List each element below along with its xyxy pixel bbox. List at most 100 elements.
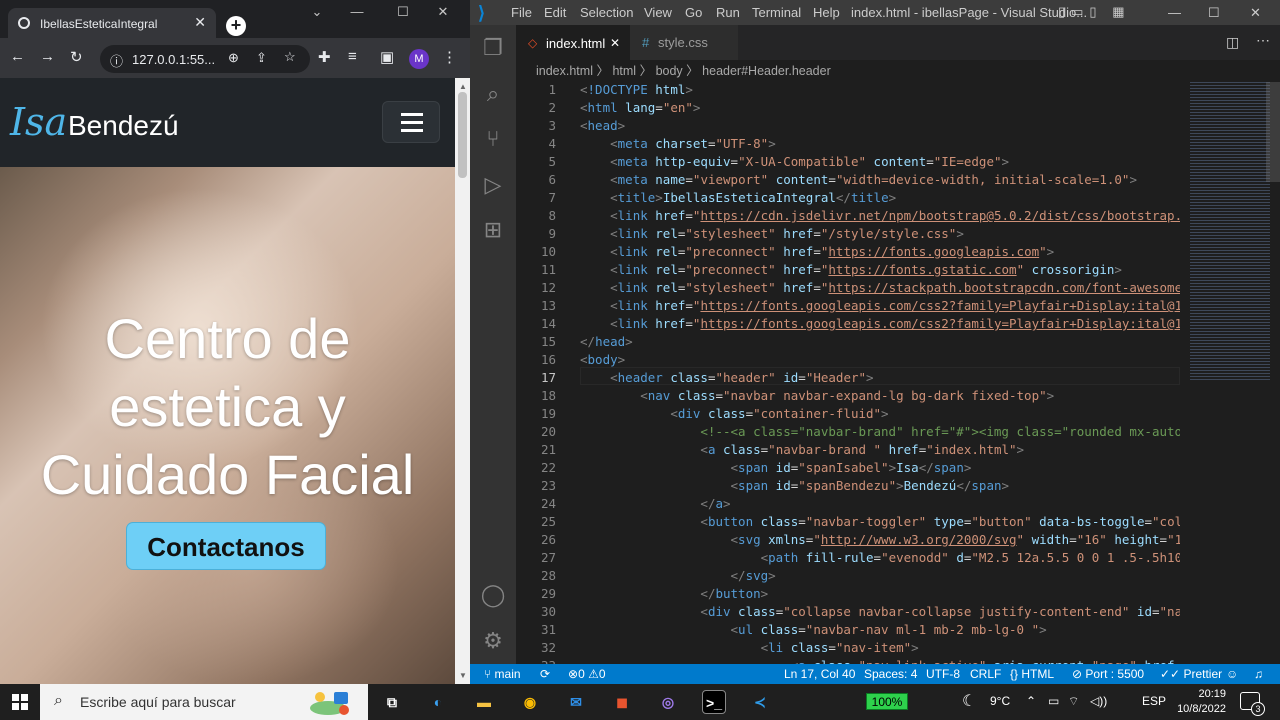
task-view-icon[interactable]: ⧉ — [380, 690, 404, 714]
indentation[interactable]: Spaces: 4 — [864, 664, 917, 684]
mail-icon[interactable]: ✉ — [564, 690, 588, 714]
layout-controls-icon[interactable]: ▯▭▯ ▦ — [1058, 4, 1131, 20]
bell-icon[interactable]: ♫ — [1254, 664, 1263, 684]
code-line[interactable]: <title>IbellasEsteticaIntegral</title> — [580, 190, 896, 205]
volume-icon[interactable]: ◁)) — [1090, 694, 1107, 708]
address-text[interactable]: 127.0.0.1:55... — [132, 52, 215, 67]
source-control-icon[interactable]: ⑂ — [480, 126, 506, 152]
minimap[interactable] — [1180, 82, 1280, 664]
breadcrumb-file[interactable]: index.html — [536, 64, 593, 78]
code-line[interactable]: </a> — [580, 496, 730, 511]
code-line[interactable]: <nav class="navbar navbar-expand-lg bg-d… — [580, 388, 1054, 403]
minimap-slider[interactable] — [1266, 82, 1280, 182]
address-bar[interactable]: ⓘ 127.0.0.1:55... ⊕ ⇪ ☆ — [100, 45, 310, 73]
file-explorer-icon[interactable]: ▬ — [472, 690, 496, 714]
code-line[interactable]: <!--<a class="navbar-brand" href="#"><im… — [580, 424, 1180, 439]
terminal-icon[interactable]: >_ — [702, 690, 726, 714]
close-tab-icon[interactable]: ✕ — [194, 14, 206, 31]
browser-tab[interactable]: IbellasEsteticaIntegral ✕ — [8, 8, 216, 38]
code-line[interactable]: <link rel="stylesheet" href="/style/styl… — [580, 226, 964, 241]
menu-edit[interactable]: Edit — [544, 5, 566, 20]
media-icon[interactable]: ≡ — [348, 48, 357, 65]
code-line[interactable]: <head> — [580, 118, 625, 133]
vscode-maximize-button[interactable]: ☐ — [1208, 5, 1220, 21]
more-actions-icon[interactable]: ⋯ — [1256, 32, 1270, 49]
scroll-up-icon[interactable]: ▲ — [459, 82, 467, 91]
forward-icon[interactable]: → — [40, 48, 55, 65]
feedback-icon[interactable]: ☺ — [1226, 664, 1238, 684]
new-tab-button[interactable]: + — [226, 16, 246, 36]
close-window-button[interactable]: ✕ — [420, 0, 466, 24]
settings-gear-icon[interactable]: ⚙ — [480, 628, 506, 654]
code-line[interactable]: </button> — [580, 586, 768, 601]
tab-index-html[interactable]: ◇ index.html ✕ — [516, 25, 630, 60]
extensions-icon[interactable]: ✚ — [318, 48, 331, 66]
profile-avatar[interactable]: M — [409, 49, 429, 69]
code-line[interactable]: <svg xmlns="http://www.w3.org/2000/svg" … — [580, 532, 1180, 547]
scrollbar-thumb[interactable] — [458, 92, 467, 178]
prettier-status[interactable]: ✓✓ Prettier — [1160, 664, 1222, 684]
tab-style-css[interactable]: # style.css — [630, 25, 738, 60]
search-icon[interactable]: ⌕ — [480, 81, 506, 107]
menu-run[interactable]: Run — [716, 5, 740, 20]
zoom-icon[interactable]: ⊕ — [228, 50, 239, 66]
chrome-icon[interactable]: ◉ — [518, 690, 542, 714]
bookmark-star-icon[interactable]: ☆ — [284, 49, 296, 65]
input-language[interactable]: ESP — [1142, 694, 1166, 708]
run-debug-icon[interactable]: ▷ — [480, 172, 506, 198]
scroll-down-icon[interactable]: ▼ — [459, 671, 467, 680]
edge-icon[interactable]: ◐ — [426, 690, 450, 714]
branch-status[interactable]: ⑂ main — [484, 664, 521, 684]
brand-last-name[interactable]: Bendezú — [68, 110, 179, 142]
code-line[interactable]: <link rel="preconnect" href="https://fon… — [580, 262, 1122, 277]
code-line[interactable]: <div class="container-fluid"> — [580, 406, 888, 421]
cursor-position[interactable]: Ln 17, Col 40 — [784, 664, 855, 684]
menu-view[interactable]: View — [644, 5, 672, 20]
sidepanel-icon[interactable]: ▣ — [380, 48, 394, 66]
back-icon[interactable]: ← — [10, 48, 25, 65]
encoding[interactable]: UTF-8 — [926, 664, 960, 684]
code-line[interactable]: <link rel="stylesheet" href="https://sta… — [580, 280, 1180, 295]
vscode-close-button[interactable]: ✕ — [1250, 5, 1261, 21]
code-line[interactable]: <!DOCTYPE html> — [580, 82, 693, 97]
code-line[interactable]: <meta http-equiv="X-UA-Compatible" conte… — [580, 154, 1009, 169]
code-editor[interactable]: 1 2 3 4 5 6 7 8 9 10 11 12 13 14 15 16 17 18 19 20 21 22 23 24 2… — [516, 82, 1180, 664]
weather-widget-icon[interactable] — [308, 688, 352, 716]
code-line[interactable]: <path fill-rule="evenodd" d="M2.5 12a.5.… — [580, 550, 1180, 565]
more-menu-icon[interactable]: ⋮ — [442, 48, 457, 66]
network-icon[interactable]: ▭ — [1048, 694, 1059, 708]
share-icon[interactable]: ⇪ — [256, 50, 267, 66]
code-line[interactable]: <div class="collapse navbar-collapse jus… — [580, 604, 1180, 619]
vscode-taskbar-icon[interactable]: ≺ — [748, 690, 772, 714]
explorer-icon[interactable]: ❐ — [480, 35, 506, 61]
wifi-icon[interactable]: ⌔ — [1068, 694, 1079, 709]
sync-icon[interactable]: ⟳ — [540, 664, 550, 684]
notification-center-icon[interactable]: 3 — [1240, 692, 1265, 716]
extensions-icon[interactable]: ⊞ — [480, 217, 506, 243]
code-line[interactable]: <meta charset="UTF-8"> — [580, 136, 776, 151]
breadcrumb-html[interactable]: html — [612, 64, 636, 78]
code-line[interactable]: <a class="navbar-brand " href="index.htm… — [580, 442, 1024, 457]
code-line[interactable]: <link rel="preconnect" href="https://fon… — [580, 244, 1054, 259]
problems-status[interactable]: ⊗0 ⚠0 — [568, 664, 606, 684]
breadcrumb-body[interactable]: body — [656, 64, 683, 78]
code-line[interactable]: <span id="spanBendezu">Bendezú</span> — [580, 478, 1010, 493]
menu-go[interactable]: Go — [685, 5, 702, 20]
language-mode[interactable]: {} HTML — [1010, 664, 1054, 684]
code-line[interactable]: <html lang="en"> — [580, 100, 700, 115]
menu-help[interactable]: Help — [813, 5, 840, 20]
code-line[interactable]: </svg> — [580, 568, 776, 583]
menu-terminal[interactable]: Terminal — [752, 5, 801, 20]
code-line[interactable]: <meta name="viewport" content="width=dev… — [580, 172, 1137, 187]
code-line[interactable]: <li class="nav-item"> — [580, 640, 919, 655]
minimize-button[interactable]: — — [334, 0, 380, 24]
code-line[interactable]: <button class="navbar-toggler" type="but… — [580, 514, 1180, 529]
code-line[interactable]: <ul class="navbar-nav ml-1 mb-2 mb-lg-0 … — [580, 622, 1047, 637]
live-server-port[interactable]: ⊘ Port : 5500 — [1072, 664, 1144, 684]
clock[interactable]: 20:19 10/8/2022 — [1176, 687, 1226, 717]
menu-file[interactable]: File — [511, 5, 532, 20]
code-line[interactable]: </head> — [580, 334, 633, 349]
taskbar-search[interactable]: ⌕ Escribe aquí para buscar — [40, 684, 368, 720]
battery-indicator[interactable]: 100% — [866, 693, 908, 710]
weather-moon-icon[interactable]: ☾ — [962, 691, 976, 711]
